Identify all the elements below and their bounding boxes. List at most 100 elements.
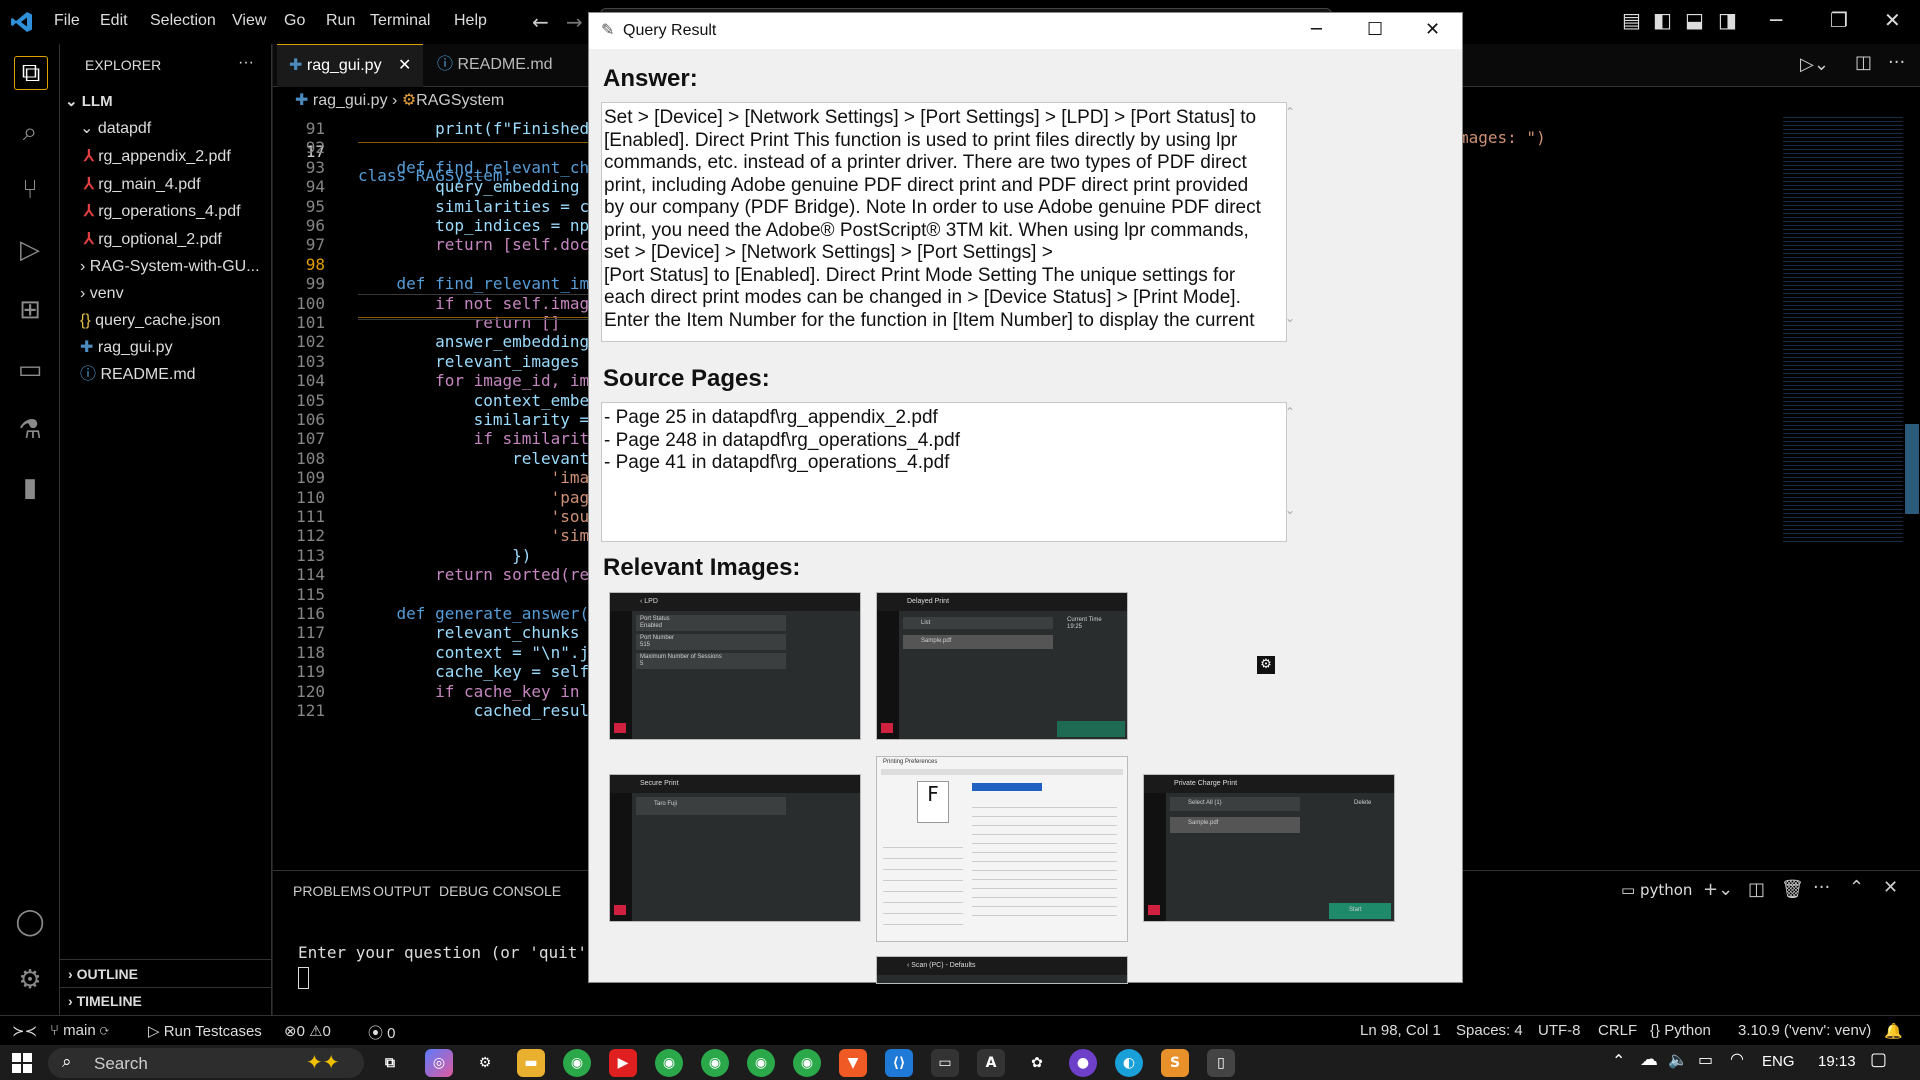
indentation[interactable]: Spaces: 4 xyxy=(1456,1022,1523,1039)
ports-indicator[interactable]: ⦿ 0 xyxy=(368,1022,396,1043)
file-rag-gui[interactable]: ✚ rag_gui.py xyxy=(80,335,173,361)
sublime-icon[interactable]: S xyxy=(1161,1049,1189,1077)
chrome-icon[interactable]: ◉ xyxy=(701,1049,729,1077)
python-interpreter[interactable]: 3.10.9 ('venv': venv) xyxy=(1738,1022,1871,1039)
menu-selection[interactable]: Selection xyxy=(150,12,216,30)
dialog-close-icon[interactable]: ✕ xyxy=(1425,19,1440,40)
kill-terminal-icon[interactable]: 🗑 xyxy=(1781,879,1804,900)
chrome-icon[interactable]: ◉ xyxy=(563,1049,591,1077)
menu-file[interactable]: File xyxy=(54,12,80,30)
problems-indicator[interactable]: ⊗0 ⚠0 xyxy=(284,1022,331,1040)
answer-scroll-down-icon[interactable]: ⌄ xyxy=(1285,311,1295,325)
tab-readme[interactable]: ⓘ README.md xyxy=(425,44,565,86)
run-debug-icon[interactable]: ▷ xyxy=(14,234,46,266)
restore-icon[interactable]: ❐ xyxy=(1830,8,1848,32)
vscode-icon[interactable]: ⟨⟩ xyxy=(885,1049,913,1077)
menu-run[interactable]: Run xyxy=(326,12,355,30)
image-thumbnail-lpd[interactable]: ‹ LPD Port Status Enabled Port Number 51… xyxy=(609,592,861,740)
terminal-icon[interactable]: ▭ xyxy=(931,1049,959,1077)
edge-icon[interactable]: ◐ xyxy=(1115,1049,1143,1077)
input-language[interactable]: ENG xyxy=(1762,1053,1795,1070)
close-window-icon[interactable]: ✕ xyxy=(1884,8,1901,32)
image-thumbnail-scan-defaults[interactable]: ‹ Scan (PC) - Defaults xyxy=(876,956,1128,984)
dialog-maximize-icon[interactable]: ☐ xyxy=(1367,19,1383,40)
wifi-icon[interactable]: ◠ xyxy=(1730,1049,1744,1068)
github-icon[interactable]: ● xyxy=(1069,1049,1097,1077)
source-scroll-down-icon[interactable]: ⌄ xyxy=(1285,503,1295,517)
image-thumbnail-secure-print[interactable]: Secure Print Taro Fuji xyxy=(609,774,861,922)
chrome-icon[interactable]: ◉ xyxy=(793,1049,821,1077)
file-pdf[interactable]: ⅄ rg_operations_4.pdf xyxy=(84,199,241,225)
task-view-icon[interactable]: ⧉ xyxy=(376,1049,404,1077)
remote-icon[interactable]: ≻≺ xyxy=(12,1022,37,1040)
scrollbar-thumb[interactable] xyxy=(1905,424,1919,514)
volume-icon[interactable]: 🔈 xyxy=(1668,1050,1688,1069)
charts-icon[interactable]: ▮ xyxy=(14,472,46,504)
breadcrumb-symbol[interactable]: RAGSystem xyxy=(416,92,504,109)
menu-edit[interactable]: Edit xyxy=(100,12,128,30)
image-thumbnail-private-charge-print[interactable]: Private Charge Print Select All (1) Dele… xyxy=(1143,774,1395,922)
chrome-icon[interactable]: ◉ xyxy=(655,1049,683,1077)
gear-icon[interactable]: ⚙ xyxy=(1257,656,1275,674)
breadcrumb-file[interactable]: rag_gui.py xyxy=(313,92,388,109)
file-pdf[interactable]: ⅄ rg_main_4.pdf xyxy=(84,172,201,198)
split-terminal-icon[interactable]: ◫ xyxy=(1748,879,1765,900)
source-scroll-up-icon[interactable]: ⌃ xyxy=(1285,405,1295,419)
customize-layout-icon[interactable]: ▤ xyxy=(1622,8,1641,32)
answer-scroll-up-icon[interactable]: ⌃ xyxy=(1285,105,1295,119)
manage-gear-icon[interactable]: ⚙ xyxy=(14,964,46,996)
font-app-icon[interactable]: A xyxy=(977,1049,1005,1077)
panel-tab-debug-console[interactable]: DEBUG CONSOLE xyxy=(439,871,561,911)
folder-venv[interactable]: › venv xyxy=(80,281,124,307)
close-panel-icon[interactable]: ✕ xyxy=(1883,877,1898,898)
chrome-icon[interactable]: ◉ xyxy=(747,1049,775,1077)
minimize-icon[interactable]: ─ xyxy=(1770,8,1782,32)
menu-terminal[interactable]: Terminal xyxy=(370,12,430,30)
testing-icon[interactable]: ⚗ xyxy=(14,414,46,446)
toggle-primary-sidebar-icon[interactable]: ◧ xyxy=(1653,8,1672,32)
answer-textbox[interactable]: Set > [Device] > [Network Settings] > [P… xyxy=(601,102,1287,342)
accounts-icon[interactable]: ◯ xyxy=(14,906,46,938)
run-testcases-button[interactable]: ▷ Run Testcases xyxy=(148,1022,262,1040)
panel-tab-output[interactable]: OUTPUT xyxy=(373,871,431,911)
close-tab-icon[interactable]: ✕ xyxy=(398,57,411,74)
file-pdf[interactable]: ⅄ rg_appendix_2.pdf xyxy=(84,144,231,170)
new-terminal-icon[interactable]: +⌄ xyxy=(1703,879,1733,900)
source-control-icon[interactable]: ⑂ xyxy=(14,174,46,206)
brave-icon[interactable]: ▼ xyxy=(839,1049,867,1077)
chatgpt-icon[interactable]: ✿ xyxy=(1023,1049,1051,1077)
folder-llm[interactable]: ⌄ LLM xyxy=(65,89,113,115)
image-thumbnail-delayed-print[interactable]: Delayed Print List Sample.pdf Current Ti… xyxy=(876,592,1128,740)
toggle-secondary-sidebar-icon[interactable]: ◨ xyxy=(1718,8,1737,32)
explorer-more-icon[interactable]: ··· xyxy=(238,50,254,76)
search-icon[interactable]: ⌕ xyxy=(14,116,46,148)
notifications-icon[interactable]: 🔔 xyxy=(1884,1022,1903,1040)
explorer-icon[interactable]: ⧉ xyxy=(14,56,48,90)
windows-start-icon[interactable] xyxy=(12,1053,32,1073)
file-pdf[interactable]: ⅄ rg_optional_2.pdf xyxy=(84,227,222,253)
timeline-section[interactable]: › TIMELINE xyxy=(68,988,142,1014)
encoding[interactable]: UTF-8 xyxy=(1538,1022,1581,1039)
folder-datapdf[interactable]: ⌄ datapdf xyxy=(80,116,151,142)
dialog-minimize-icon[interactable]: ─ xyxy=(1311,19,1322,40)
menu-go[interactable]: Go xyxy=(284,12,305,30)
forward-icon[interactable]: → xyxy=(566,10,583,34)
tab-rag-gui[interactable]: ✚ rag_gui.py ✕ xyxy=(277,44,424,87)
copilot-icon[interactable]: ◎ xyxy=(425,1049,453,1077)
file-readme[interactable]: ⓘ README.md xyxy=(80,362,196,388)
maximize-panel-icon[interactable]: ⌃ xyxy=(1849,877,1864,898)
back-icon[interactable]: ← xyxy=(532,10,549,34)
onedrive-icon[interactable]: ☁ xyxy=(1640,1049,1658,1070)
minimap[interactable] xyxy=(1783,114,1903,544)
panel-tab-problems[interactable]: PROBLEMS xyxy=(293,871,371,911)
file-query-cache[interactable]: {} query_cache.json xyxy=(80,308,221,334)
run-python-icon[interactable]: ▷⌄ xyxy=(1800,54,1829,75)
battery-icon[interactable]: ▭ xyxy=(1698,1050,1713,1069)
menu-view[interactable]: View xyxy=(232,12,266,30)
file-explorer-icon[interactable]: ▬ xyxy=(517,1049,545,1077)
editor-more-icon[interactable]: ··· xyxy=(1888,52,1905,73)
folder-rag-system[interactable]: › RAG-System-with-GU... xyxy=(80,254,260,280)
source-pages-textbox[interactable]: - Page 25 in datapdf\rg_appendix_2.pdf - … xyxy=(601,402,1287,542)
remote-explorer-icon[interactable]: ▭ xyxy=(14,354,46,386)
language-mode[interactable]: {} Python xyxy=(1650,1022,1711,1039)
